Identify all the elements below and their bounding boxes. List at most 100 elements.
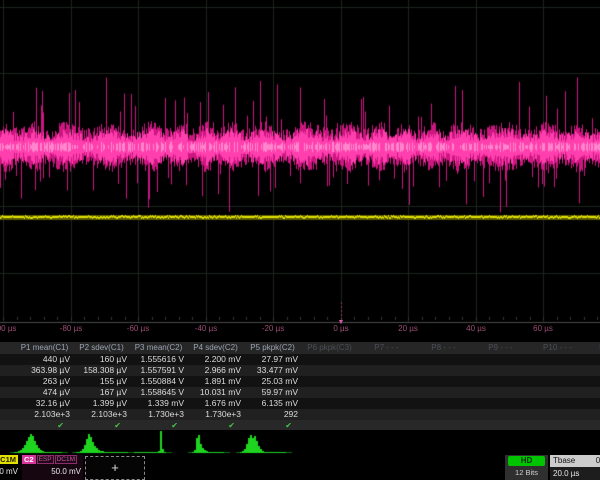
table-row-0: 440 µV160 µV1.555616 V2.200 mV27.97 mV — [0, 354, 600, 365]
hd-mode-badge[interactable]: HD — [508, 456, 545, 466]
c1-vertical-scale: 10.0 mV — [0, 466, 18, 477]
measure-value-r0-c6 — [301, 354, 358, 365]
measure-value-r1-c6 — [301, 365, 358, 376]
table-row-2: 263 µV155 µV1.550884 V1.891 mV25.03 mV — [0, 376, 600, 387]
measurement-table: P1 mean(C1)P2 sdev(C1)P3 mean(C2)P4 sdev… — [0, 342, 600, 431]
measure-value-r5-c11 — [586, 409, 600, 420]
measure-value-r0-c3: 1.555616 V — [130, 354, 187, 365]
table-row-5: 2.103e+32.103e+31.730e+31.730e+3292 — [0, 409, 600, 420]
measure-header-p2[interactable]: P2 sdev(C1) — [73, 342, 130, 354]
measure-header-p1[interactable]: P1 mean(C1) — [16, 342, 73, 354]
measure-value-r2-c8 — [415, 376, 472, 387]
measure-value-r1-c3: 1.557591 V — [130, 365, 187, 376]
measure-value-r4-c8 — [415, 398, 472, 409]
measure-value-r1-c5: 33.477 mV — [244, 365, 301, 376]
measure-value-r4-c1: 32.16 µV — [16, 398, 73, 409]
measure-value-r3-c7 — [358, 387, 415, 398]
measure-value-r0-c7 — [358, 354, 415, 365]
measure-value-r3-c3: 1.558645 V — [130, 387, 187, 398]
header-pad — [0, 342, 16, 354]
measure-value-r3-c4: 10.031 mV — [187, 387, 244, 398]
row-pad — [0, 365, 16, 376]
oscilloscope-screen: TELEDYNE LECROY -100 µs-80 µs-60 µs-40 µ… — [0, 0, 600, 480]
resolution-bits: 12 Bits — [505, 467, 548, 479]
measure-header-p3[interactable]: P3 mean(C2) — [130, 342, 187, 354]
measure-value-r4-c11 — [586, 398, 600, 409]
measure-header-p8[interactable]: P8 - - - — [415, 342, 472, 354]
table-row-3: 474 µV167 µV1.558645 V10.031 mV59.97 mV — [0, 387, 600, 398]
measure-header-p6[interactable]: P6 pkpk(C3) — [301, 342, 358, 354]
measure-value-r5-c5: 292 — [244, 409, 301, 420]
c2-vertical-scale: 50.0 mV — [22, 466, 83, 477]
timebase-descriptor[interactable]: Tbase 0 µs 20.0 µs — [550, 455, 600, 480]
measure-value-r5-c1: 2.103e+3 — [16, 409, 73, 420]
measure-value-r1-c4: 2.966 mV — [187, 365, 244, 376]
measure-value-r2-c7 — [358, 376, 415, 387]
measure-value-r5-c9 — [472, 409, 529, 420]
measure-value-r1-c7 — [358, 365, 415, 376]
measure-value-r0-c1: 440 µV — [16, 354, 73, 365]
waveform-graticule[interactable] — [0, 0, 600, 340]
measure-value-r0-c2: 160 µV — [73, 354, 130, 365]
measure-value-r2-c6 — [301, 376, 358, 387]
measure-value-r4-c3: 1.339 mV — [130, 398, 187, 409]
measure-value-r0-c10 — [529, 354, 586, 365]
trigger-position-marker[interactable]: ▼ — [338, 319, 345, 326]
measure-value-r3-c9 — [472, 387, 529, 398]
measure-value-r1-c8 — [415, 365, 472, 376]
axis-tick-label-6: 20 µs — [398, 324, 418, 333]
c2-coupling-tag: DC1M — [55, 455, 77, 464]
measure-value-r2-c5: 25.03 mV — [244, 376, 301, 387]
measure-value-r5-c2: 2.103e+3 — [73, 409, 130, 420]
measure-value-r2-c4: 1.891 mV — [187, 376, 244, 387]
measure-value-r2-c1: 263 µV — [16, 376, 73, 387]
measure-value-r0-c9 — [472, 354, 529, 365]
axis-tick-label-1: -80 µs — [60, 324, 82, 333]
measure-value-r4-c4: 1.676 mV — [187, 398, 244, 409]
measure-value-r0-c4: 2.200 mV — [187, 354, 244, 365]
measure-value-r5-c3: 1.730e+3 — [130, 409, 187, 420]
row-pad — [0, 409, 16, 420]
axis-tick-label-8: 60 µs — [533, 324, 553, 333]
row-pad — [0, 376, 16, 387]
measurement-histicons — [0, 430, 600, 455]
measure-header-p9[interactable]: P9 - - - — [472, 342, 529, 354]
axis-tick-label-4: -20 µs — [262, 324, 284, 333]
c2-esp-tag: ESP — [37, 455, 54, 464]
measure-value-r3-c1: 474 µV — [16, 387, 73, 398]
acquisition-panel: HD 12 Bits — [505, 455, 548, 480]
measure-header-p5[interactable]: P5 pkpk(C2) — [244, 342, 301, 354]
measure-value-r2-c9 — [472, 376, 529, 387]
measure-value-r3-c11 — [586, 387, 600, 398]
add-trace-button[interactable]: + — [85, 456, 145, 480]
measure-value-r0-c8 — [415, 354, 472, 365]
measure-value-r5-c8 — [415, 409, 472, 420]
measure-value-r4-c10 — [529, 398, 586, 409]
channel-c1-descriptor[interactable]: DC1M 10.0 mV — [0, 455, 18, 480]
time-axis: -100 µs-80 µs-60 µs-40 µs-20 µs0 µs20 µs… — [0, 323, 600, 335]
axis-tick-label-3: -40 µs — [195, 324, 217, 333]
tbase-label: Tbase — [553, 455, 575, 467]
measure-value-r3-c5: 59.97 mV — [244, 387, 301, 398]
measure-value-r2-c10 — [529, 376, 586, 387]
measure-value-r1-c2: 158.308 µV — [73, 365, 130, 376]
measure-value-r2-c2: 155 µV — [73, 376, 130, 387]
tbase-header: Tbase 0 µs — [550, 455, 600, 467]
table-row-4: 32.16 µV1.399 µV1.339 mV1.676 mV6.135 mV — [0, 398, 600, 409]
measure-header-p7[interactable]: P7 - - - — [358, 342, 415, 354]
measure-header-p10[interactable]: P10 - - - — [529, 342, 586, 354]
tbase-delay: 0 µs — [596, 455, 600, 467]
measure-value-r4-c9 — [472, 398, 529, 409]
measure-header-p4[interactable]: P4 sdev(C2) — [187, 342, 244, 354]
bottom-bar: DC1M 10.0 mV C2ESPDC1M 50.0 mV + HD 12 B… — [0, 455, 600, 480]
measure-value-r5-c7 — [358, 409, 415, 420]
measure-value-r0-c11 — [586, 354, 600, 365]
measure-value-r5-c4: 1.730e+3 — [187, 409, 244, 420]
measure-header-p11[interactable]: P11 — [586, 342, 600, 354]
axis-tick-label-7: 40 µs — [466, 324, 486, 333]
plus-icon: + — [111, 460, 119, 475]
channel-c2-descriptor[interactable]: C2ESPDC1M 50.0 mV — [22, 455, 83, 480]
measure-value-r5-c6 — [301, 409, 358, 420]
measure-value-r1-c11 — [586, 365, 600, 376]
axis-tick-label-2: -60 µs — [127, 324, 149, 333]
